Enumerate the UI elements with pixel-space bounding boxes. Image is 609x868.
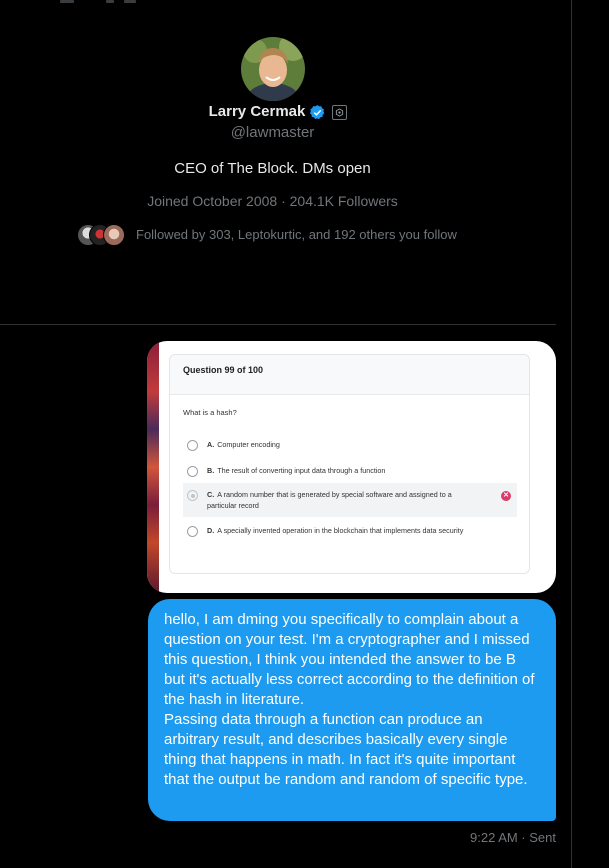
quiz-header: Question 99 of 100: [170, 355, 529, 395]
radio-selected-icon: [187, 490, 198, 501]
followed-by-row[interactable]: Followed by 303, Leptokurtic, and 192 ot…: [77, 222, 457, 246]
follower-avatar: [103, 224, 125, 246]
radio-icon: [187, 466, 198, 477]
message-bubble[interactable]: hello, I am dming you specifically to co…: [148, 599, 556, 821]
image-attachment[interactable]: Question 99 of 100 What is a hash? A. Com…: [147, 341, 556, 593]
close-icon: ✕: [501, 491, 511, 501]
message-timestamp: 9:22 AM · Sent: [470, 830, 556, 845]
option-letter: D.: [207, 526, 215, 535]
quiz-screenshot: Question 99 of 100 What is a hash? A. Com…: [169, 354, 530, 574]
option-letter: B.: [207, 466, 215, 475]
follower-avatars: [77, 222, 127, 246]
quiz-option-d: D. A specially invented operation in the …: [187, 525, 513, 537]
column-border: [571, 0, 572, 868]
option-text: Computer encoding: [217, 440, 280, 449]
radio-icon: [187, 440, 198, 451]
profile-bio: CEO of The Block. DMs open: [174, 160, 371, 177]
quiz-question: What is a hash?: [183, 408, 237, 417]
verified-badge-icon[interactable]: [309, 104, 326, 121]
quiz-option-b: B. The result of converting input data th…: [187, 465, 513, 477]
profile-handle: @lawmaster: [230, 124, 315, 141]
image-edge-strip: [147, 341, 159, 593]
top-toolbar-remnant: [60, 0, 140, 4]
followed-by-text: Followed by 303, Leptokurtic, and 192 ot…: [136, 226, 457, 242]
profile-name[interactable]: Larry Cermak: [209, 101, 306, 123]
quiz-option-c: C. A random number that is generated by s…: [183, 483, 517, 517]
conversation-divider: [0, 324, 556, 325]
radio-icon: [187, 526, 198, 537]
profile-name-row: Larry Cermak: [0, 101, 556, 123]
option-letter: A.: [207, 440, 215, 449]
option-text: A random number that is generated by spe…: [207, 490, 452, 510]
quiz-option-a: A. Computer encoding: [187, 439, 513, 451]
profile-avatar[interactable]: [241, 37, 305, 101]
option-text: A specially invented operation in the bl…: [217, 526, 464, 535]
option-letter: C.: [207, 490, 215, 499]
option-text: The result of converting input data thro…: [217, 466, 386, 475]
affiliate-icon[interactable]: [332, 104, 348, 120]
profile-meta: Joined October 2008 · 204.1K Followers: [147, 193, 398, 209]
